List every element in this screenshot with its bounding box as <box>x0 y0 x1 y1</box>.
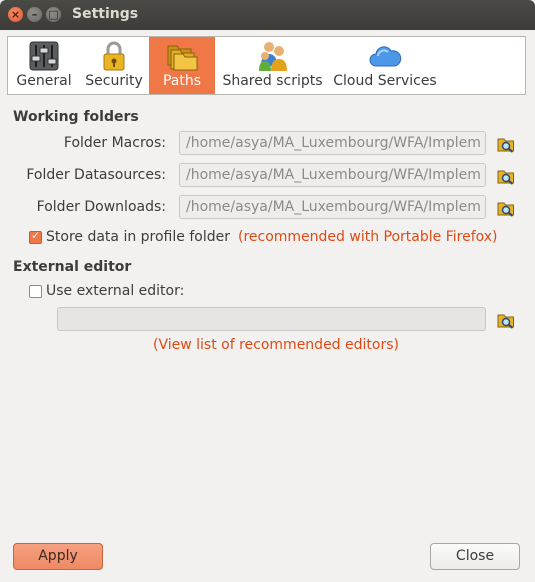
title-bar: × – □ Settings <box>0 0 535 30</box>
window-title: Settings <box>72 6 139 22</box>
folder-downloads-label: Folder Downloads: <box>36 199 166 215</box>
folder-datasources-label: Folder Datasources: <box>26 167 166 183</box>
tab-shared-scripts[interactable]: Shared scripts <box>220 37 325 94</box>
use-external-editor-checkbox[interactable] <box>29 285 42 298</box>
cloud-icon <box>369 46 402 67</box>
browse-folder-downloads-icon[interactable] <box>497 199 515 217</box>
users-icon <box>258 42 287 71</box>
portable-firefox-link[interactable]: (recommended with Portable Firefox) <box>238 229 498 245</box>
close-window-button[interactable]: × <box>8 7 23 22</box>
use-external-editor-label[interactable]: Use external editor: <box>46 283 184 299</box>
tab-security[interactable]: Security <box>80 37 148 94</box>
folder-datasources-field[interactable]: /home/asya/MA_Luxembourg/WFA/Implem <box>179 163 486 187</box>
tab-cloud-services[interactable]: Cloud Services <box>330 37 440 94</box>
settings-tab-bar: General Security Paths Shared scripts Cl… <box>7 36 526 95</box>
tab-general-label: General <box>16 73 72 89</box>
tab-general[interactable]: General <box>11 37 77 94</box>
tab-shared-scripts-label: Shared scripts <box>222 73 323 89</box>
folders-icon <box>167 45 198 71</box>
browse-folder-macros-icon[interactable] <box>497 135 515 153</box>
external-editor-heading: External editor <box>13 259 132 275</box>
folder-downloads-field[interactable]: /home/asya/MA_Luxembourg/WFA/Implem <box>179 195 486 219</box>
maximize-window-button[interactable]: □ <box>46 7 61 22</box>
apply-button[interactable]: Apply <box>13 543 103 570</box>
folder-macros-label: Folder Macros: <box>63 135 166 151</box>
store-profile-label[interactable]: Store data in profile folder <box>46 229 230 245</box>
tab-cloud-services-label: Cloud Services <box>333 73 437 89</box>
tab-paths-label: Paths <box>162 73 202 89</box>
tab-security-label: Security <box>85 73 143 89</box>
browse-folder-datasources-icon[interactable] <box>497 167 515 185</box>
close-button[interactable]: Close <box>430 543 520 570</box>
recommended-editors-link[interactable]: (View list of recommended editors) <box>153 337 399 353</box>
sliders-icon <box>29 41 59 71</box>
working-folders-heading: Working folders <box>13 109 139 125</box>
minimize-window-button[interactable]: – <box>27 7 42 22</box>
external-editor-path-field[interactable] <box>57 307 486 331</box>
tab-paths[interactable]: Paths <box>149 37 215 94</box>
folder-macros-field[interactable]: /home/asya/MA_Luxembourg/WFA/Implem <box>179 131 486 155</box>
padlock-icon <box>103 41 125 71</box>
browse-external-editor-icon[interactable] <box>497 311 515 329</box>
store-profile-checkbox[interactable] <box>29 229 42 244</box>
